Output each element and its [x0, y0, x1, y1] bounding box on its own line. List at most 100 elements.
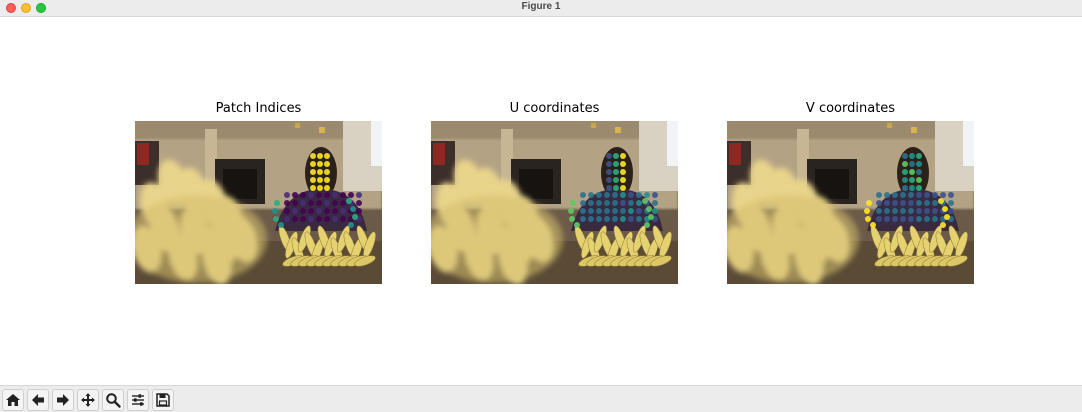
save-button[interactable]	[152, 389, 174, 411]
home-button[interactable]	[2, 389, 24, 411]
pose-point	[620, 208, 626, 214]
pose-point	[916, 192, 922, 198]
pose-point	[932, 208, 938, 214]
pose-point	[588, 216, 594, 222]
pose-point	[332, 192, 338, 198]
pose-point	[324, 153, 330, 159]
pose-point	[332, 200, 338, 206]
forward-button[interactable]	[52, 389, 74, 411]
pose-point	[300, 192, 306, 198]
pose-point	[348, 192, 354, 198]
pose-point	[870, 222, 876, 228]
pose-point	[274, 200, 280, 206]
pose-point	[308, 200, 314, 206]
pose-point	[284, 192, 290, 198]
figure-window: Figure 1 Patch Indices U coordinates V c…	[0, 0, 1082, 412]
pose-point	[620, 185, 626, 191]
figure-canvas[interactable]: Patch Indices U coordinates V coordinate…	[0, 17, 1082, 385]
pose-point	[916, 185, 922, 191]
pose-point	[613, 169, 619, 175]
pose-point	[317, 177, 323, 183]
navigation-toolbar	[0, 385, 1082, 412]
pose-point	[316, 216, 322, 222]
pose-point	[284, 200, 290, 206]
pose-point	[324, 177, 330, 183]
back-icon	[32, 394, 44, 406]
pose-point	[620, 161, 626, 167]
pose-point	[902, 161, 908, 167]
panel-title-patch-indices: Patch Indices	[215, 101, 302, 116]
pose-point	[606, 161, 612, 167]
pose-point	[628, 192, 634, 198]
pose-point	[596, 216, 602, 222]
pose-point	[568, 208, 574, 214]
pose-point	[620, 216, 626, 222]
pose-point	[604, 216, 610, 222]
pose-point	[902, 177, 908, 183]
zoom-button[interactable]	[102, 389, 124, 411]
pose-point	[292, 208, 298, 214]
pose-point	[317, 169, 323, 175]
pose-point	[612, 192, 618, 198]
pose-point	[948, 192, 954, 198]
pose-point	[569, 216, 575, 222]
pose-point	[642, 198, 648, 204]
pose-point	[308, 208, 314, 214]
pose-point	[604, 208, 610, 214]
pose-point	[628, 208, 634, 214]
pose-point	[310, 153, 316, 159]
pose-point	[580, 216, 586, 222]
pose-point	[620, 169, 626, 175]
pose-point	[580, 200, 586, 206]
pose-point	[606, 169, 612, 175]
pose-point	[884, 200, 890, 206]
pose-point	[902, 185, 908, 191]
pose-point	[902, 153, 908, 159]
pose-point	[864, 208, 870, 214]
pose-point	[356, 200, 362, 206]
home-icon	[6, 394, 20, 406]
pose-point	[308, 216, 314, 222]
pose-point	[916, 161, 922, 167]
pose-point	[909, 185, 915, 191]
pose-point	[292, 216, 298, 222]
pose-point	[604, 200, 610, 206]
pose-point	[948, 200, 954, 206]
pose-point	[574, 222, 580, 228]
pose-point	[648, 214, 654, 220]
pose-point	[932, 200, 938, 206]
pose-point	[340, 216, 346, 222]
pose-point	[300, 208, 306, 214]
pose-point	[892, 200, 898, 206]
pose-point	[652, 192, 658, 198]
pose-point	[588, 192, 594, 198]
pose-point	[606, 185, 612, 191]
v-coordinates-image[interactable]	[727, 121, 974, 284]
zoom-icon	[106, 393, 121, 408]
pose-point	[300, 200, 306, 206]
pose-point	[644, 192, 650, 198]
pose-point	[580, 192, 586, 198]
pose-point	[876, 216, 882, 222]
pose-point	[892, 216, 898, 222]
pose-point	[908, 208, 914, 214]
pose-point	[324, 169, 330, 175]
patch-indices-image[interactable]	[135, 121, 382, 284]
pose-point	[892, 192, 898, 198]
pose-point	[308, 192, 314, 198]
back-button[interactable]	[27, 389, 49, 411]
pose-point	[332, 208, 338, 214]
pose-point	[317, 161, 323, 167]
configure-subplots-button[interactable]	[127, 389, 149, 411]
pose-point	[900, 208, 906, 214]
pose-point	[324, 185, 330, 191]
pose-point	[588, 200, 594, 206]
window-title: Figure 1	[521, 1, 561, 12]
pose-point	[317, 153, 323, 159]
u-coordinates-image[interactable]	[431, 121, 678, 284]
pan-button[interactable]	[77, 389, 99, 411]
pose-point	[916, 177, 922, 183]
pose-point	[612, 200, 618, 206]
pose-point	[892, 208, 898, 214]
pose-point	[316, 208, 322, 214]
